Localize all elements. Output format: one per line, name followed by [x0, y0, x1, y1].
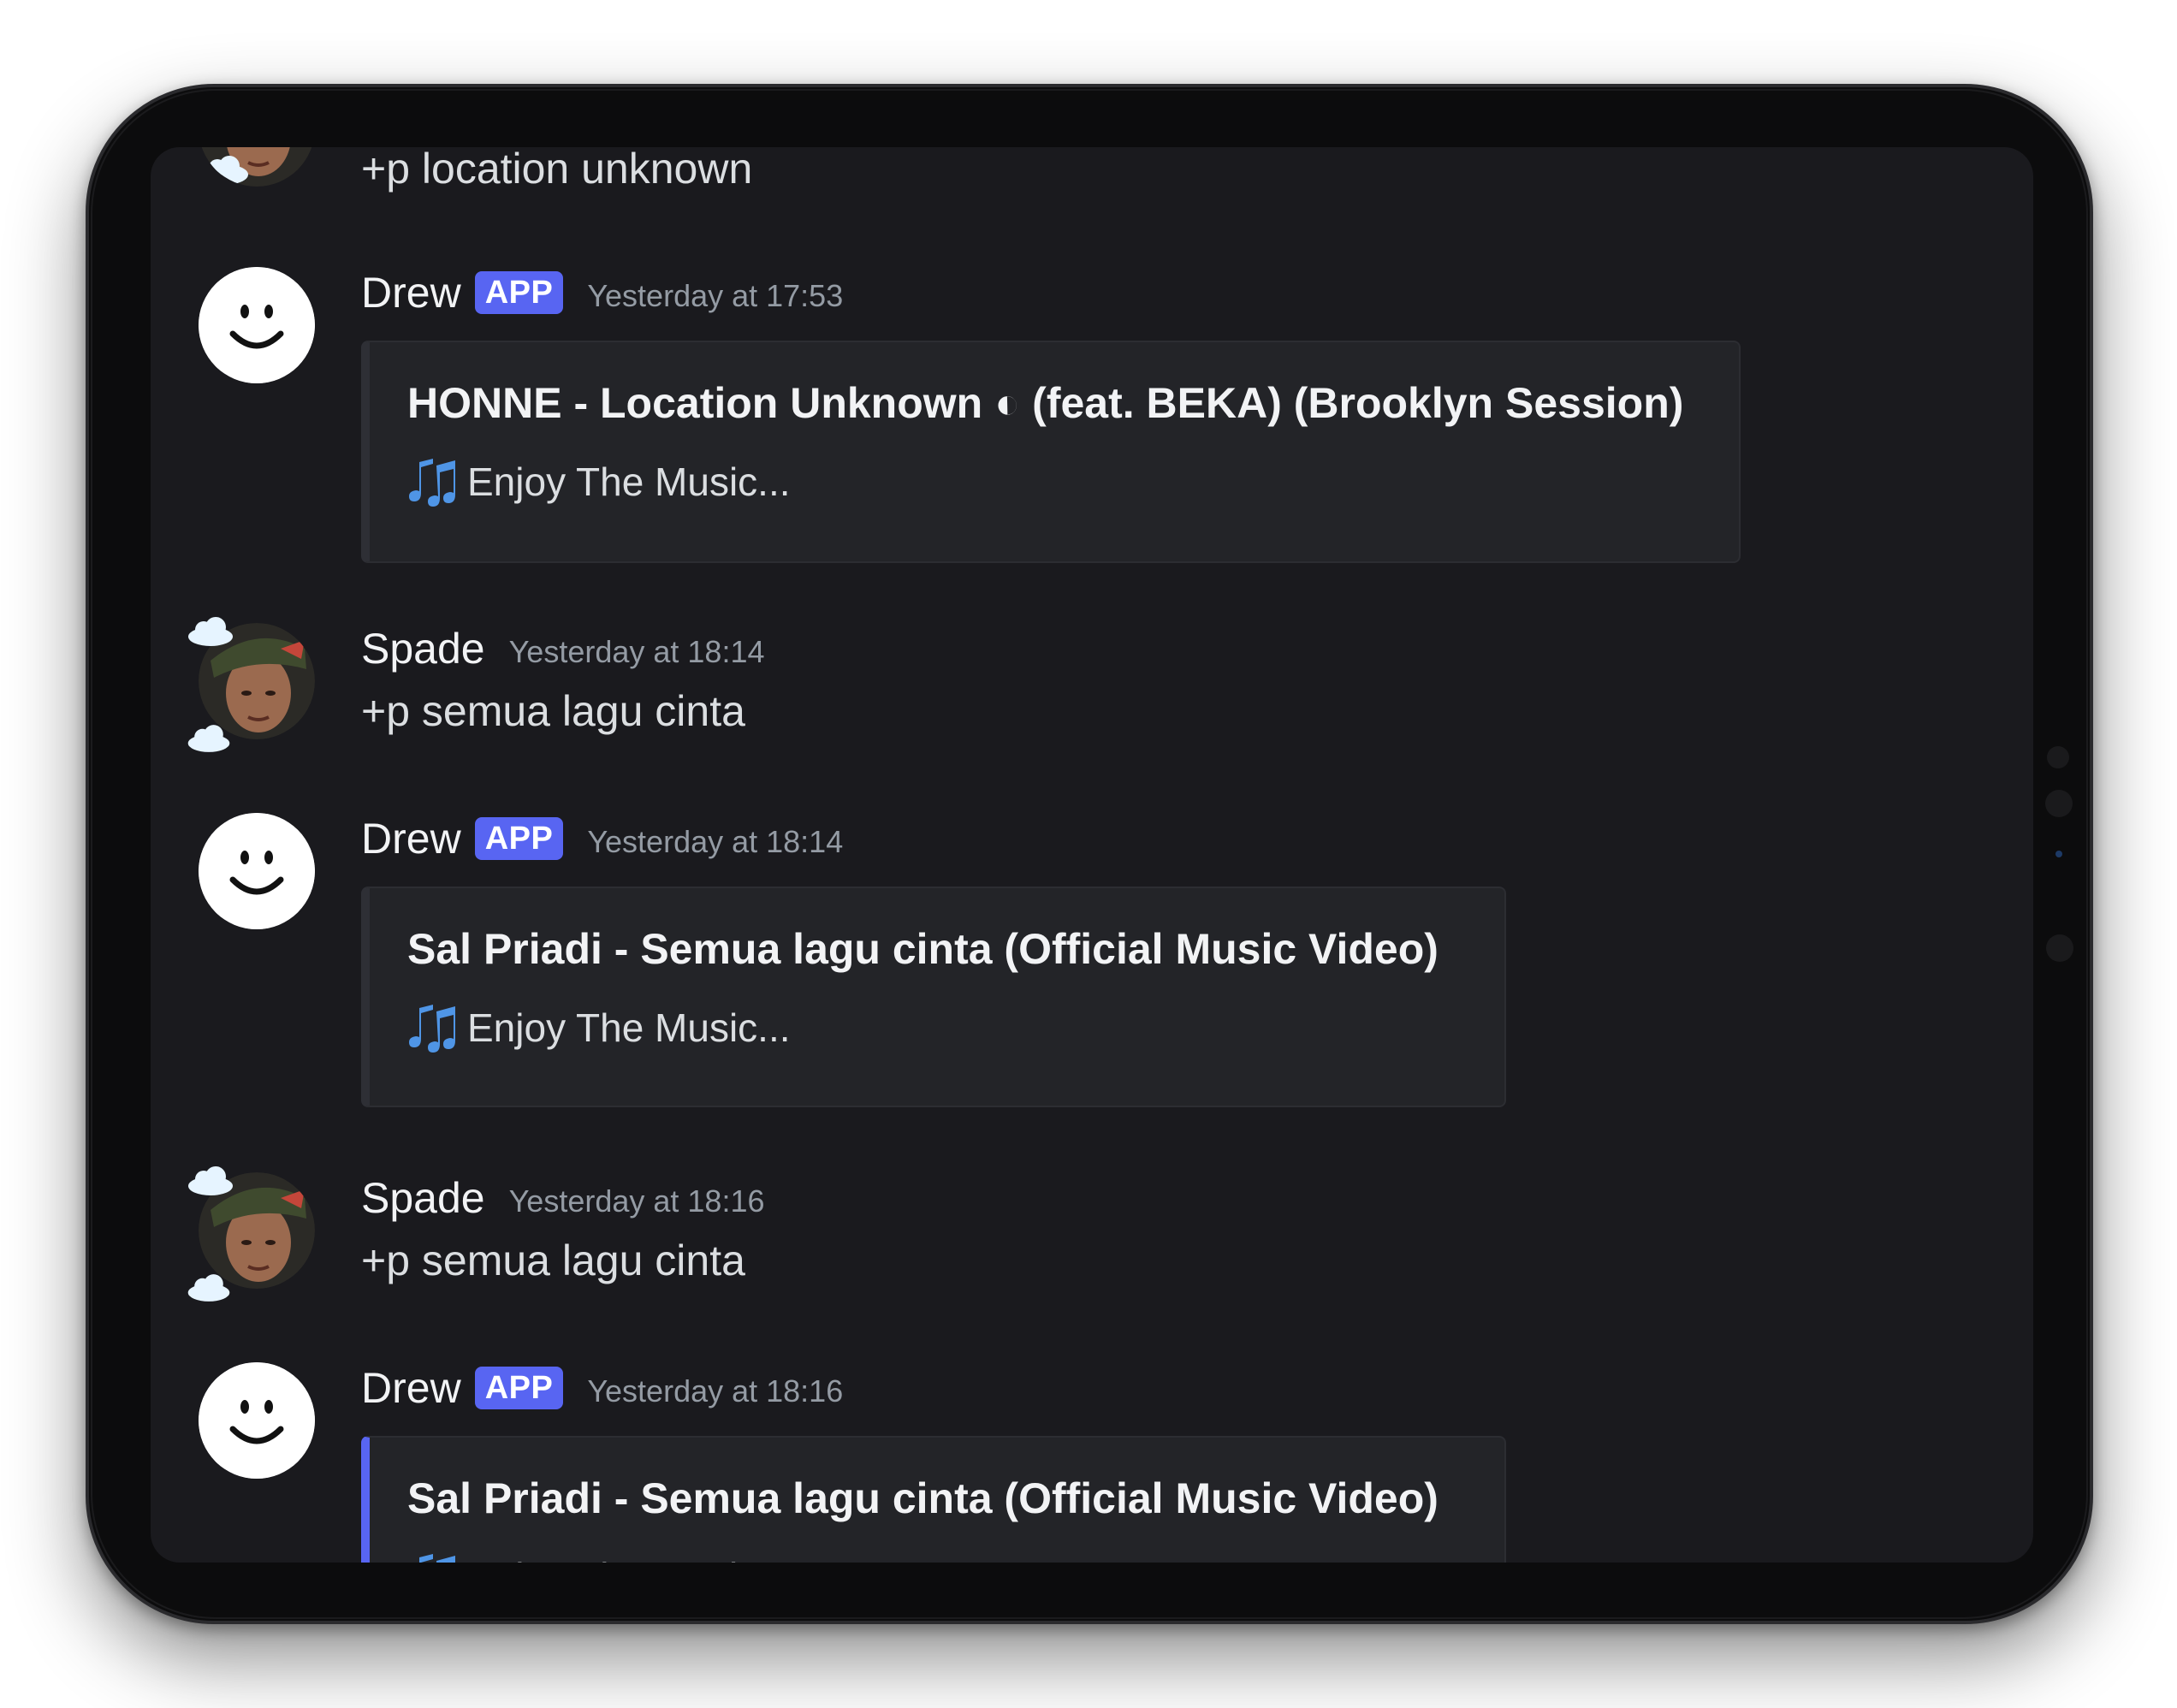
- message-header: Spade Yesterday at 18:16: [361, 1172, 765, 1224]
- cloud-icon: [187, 1274, 230, 1302]
- app-badge: APP: [474, 271, 564, 314]
- bot-avatar[interactable]: [199, 267, 315, 383]
- embed-description: Enjoy The Music...: [407, 1001, 791, 1054]
- music-embed[interactable]: Sal Priadi - Semua lagu cinta (Official …: [361, 1436, 1506, 1563]
- embed-title[interactable]: Sal Priadi - Semua lagu cinta (Official …: [407, 1472, 1438, 1525]
- bot-avatar[interactable]: [199, 813, 315, 929]
- app-badge: APP: [474, 1367, 564, 1409]
- message-timestamp[interactable]: Yesterday at 18:14: [509, 631, 765, 673]
- cloud-icon: [188, 1166, 233, 1195]
- user-avatar[interactable]: [199, 147, 315, 187]
- musical-notes-icon: [419, 1554, 455, 1563]
- bot-avatar[interactable]: [199, 1362, 315, 1479]
- sensor-dot: [2047, 746, 2069, 768]
- music-embed[interactable]: HONNE - Location Unknown ◐ (feat. BEKA) …: [361, 341, 1741, 563]
- message-timestamp[interactable]: Yesterday at 18:14: [587, 821, 843, 863]
- embed-title[interactable]: Sal Priadi - Semua lagu cinta (Official …: [407, 922, 1438, 976]
- sensor-dot: [2046, 934, 2073, 962]
- smiley-face-icon: [199, 267, 315, 383]
- message-timestamp[interactable]: Yesterday at 18:16: [509, 1180, 765, 1223]
- chat-message-list[interactable]: +p location unknown Drew APP Yesterday a…: [151, 147, 2033, 1563]
- app-badge: APP: [474, 817, 564, 860]
- message-header: Drew APP Yesterday at 17:53: [361, 267, 843, 318]
- camera-dot: [2045, 790, 2073, 817]
- author-name[interactable]: Drew: [361, 267, 461, 318]
- indicator-light: [2055, 851, 2062, 857]
- message-content: +p location unknown: [361, 147, 753, 193]
- musical-notes-icon: [409, 459, 455, 507]
- embed-description: Enjoy The Music...: [407, 1551, 791, 1563]
- embed-title[interactable]: HONNE - Location Unknown ◐ (feat. BEKA) …: [407, 377, 1683, 430]
- message-content: +p semua lagu cinta: [361, 1237, 745, 1284]
- author-name[interactable]: Spade: [361, 1172, 485, 1224]
- smiley-face-icon: [199, 1362, 315, 1479]
- embed-description-text: Enjoy The Music...: [467, 460, 791, 504]
- embed-description-text: Enjoy The Music...: [467, 1551, 791, 1563]
- message-timestamp[interactable]: Yesterday at 17:53: [587, 275, 843, 317]
- author-name[interactable]: Drew: [361, 813, 461, 864]
- message-header: Spade Yesterday at 18:14: [361, 623, 765, 674]
- page: +p location unknown Drew APP Yesterday a…: [0, 0, 2177, 1708]
- message-timestamp[interactable]: Yesterday at 18:16: [587, 1370, 843, 1413]
- author-name[interactable]: Spade: [361, 623, 485, 674]
- author-name[interactable]: Drew: [361, 1362, 461, 1414]
- music-embed[interactable]: Sal Priadi - Semua lagu cinta (Official …: [361, 887, 1506, 1107]
- smiley-face-icon: [199, 813, 315, 929]
- cloud-icon: [187, 725, 230, 752]
- message-content: +p semua lagu cinta: [361, 687, 745, 735]
- message-header: Drew APP Yesterday at 18:16: [361, 1362, 843, 1414]
- embed-description: Enjoy The Music...: [407, 455, 791, 508]
- embed-description-text: Enjoy The Music...: [467, 1005, 791, 1050]
- message-header: Drew APP Yesterday at 18:14: [361, 813, 843, 864]
- cloud-icon: [188, 617, 233, 646]
- musical-notes-icon: [409, 1005, 455, 1053]
